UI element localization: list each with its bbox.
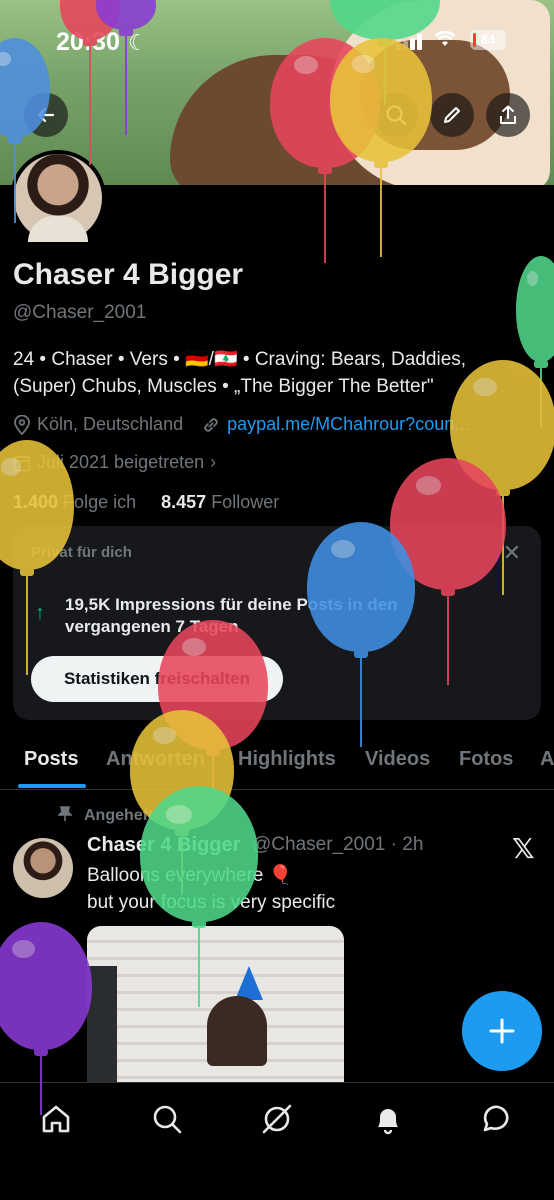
- plus-icon: [489, 1018, 515, 1044]
- profile-location: Köln, Deutschland: [37, 414, 184, 434]
- profile-link[interactable]: paypal.me/MChahrour?coun...: [227, 414, 469, 435]
- nav-messages[interactable]: [478, 1099, 518, 1139]
- private-label: Privat für dich: [31, 544, 132, 561]
- back-button[interactable]: [24, 93, 68, 137]
- followers-count: 8.457: [161, 492, 207, 512]
- joined-date: Juli 2021 beigetreten: [37, 452, 205, 472]
- cellular-signal-icon: [396, 34, 422, 50]
- following-link[interactable]: 1.400 Folge ich: [13, 492, 136, 512]
- follow-stats: 1.400 Folge ich 8.457 Follower: [13, 492, 279, 513]
- post-author[interactable]: Chaser 4 Bigger: [87, 834, 240, 857]
- tab-photos[interactable]: Fotos: [459, 748, 513, 771]
- compose-post-button[interactable]: [462, 991, 542, 1071]
- tab-videos[interactable]: Videos: [365, 748, 430, 771]
- following-count: 1.400: [13, 492, 59, 512]
- followers-link[interactable]: 8.457 Follower: [161, 492, 279, 512]
- home-icon: [42, 1105, 70, 1133]
- bio-line-2: (Super) Chubs, Muscles • „The Bigger The…: [13, 376, 434, 397]
- bio-line-1: 24 • Chaser • Vers • 🇩🇪/🇱🇧 • Craving: Be…: [13, 349, 467, 370]
- profile-avatar[interactable]: [10, 150, 106, 246]
- post-handle-time: @Chaser_2001 · 2h: [252, 834, 424, 855]
- bell-icon: [378, 1109, 398, 1135]
- battery-icon: 84: [470, 30, 506, 50]
- post-line-1: Balloons everywhere 🎈: [87, 865, 293, 886]
- post-avatar[interactable]: [13, 838, 73, 898]
- search-icon: [153, 1105, 182, 1134]
- edit-profile-button[interactable]: [430, 93, 474, 137]
- profile-bio: 24 • Chaser • Vers • 🇩🇪/🇱🇧 • Craving: Be…: [13, 346, 513, 400]
- wifi-icon: [434, 30, 456, 54]
- post-line-2: but your focus is very specific: [87, 892, 336, 913]
- party-hat: [235, 966, 263, 1000]
- pinned-row: Angeheftet: [57, 806, 168, 825]
- tab-posts[interactable]: Posts: [24, 748, 78, 771]
- nav-notifications[interactable]: [368, 1099, 408, 1139]
- active-tab-indicator: [18, 784, 86, 788]
- post-text: Balloons everywhere 🎈 but your focus is …: [87, 862, 335, 916]
- tab-replies[interactable]: Antworten: [106, 748, 205, 771]
- share-button[interactable]: [486, 93, 530, 137]
- close-icon[interactable]: ✕: [503, 540, 521, 566]
- search-icon: [386, 105, 407, 126]
- chevron-right-icon: ›: [210, 452, 217, 472]
- trend-up-arrow-icon: ↑: [35, 602, 45, 624]
- back-arrow-icon: [37, 107, 55, 123]
- private-insights-card: Privat für dich ✕ ↑ 19,5K Impressions fü…: [13, 526, 541, 720]
- following-label: Folge ich: [63, 492, 137, 512]
- nav-home[interactable]: [36, 1099, 76, 1139]
- followers-label: Follower: [211, 492, 280, 512]
- status-time: 20:30: [56, 28, 120, 56]
- status-bar: 20:30 ☾ 84: [0, 0, 554, 84]
- unlock-stats-button[interactable]: Statistiken freischalten: [31, 656, 283, 702]
- impressions-text: 19,5K Impressions für deine Posts in den…: [65, 595, 398, 636]
- tab-highlights[interactable]: Highlights: [238, 748, 336, 771]
- profile-name: Chaser 4 Bigger: [13, 258, 244, 291]
- grok-icon: [262, 1104, 292, 1134]
- pin-icon: [57, 806, 73, 821]
- pinned-label: Angeheftet: [84, 807, 168, 824]
- joined-row[interactable]: Juli 2021 beigetreten ›: [13, 452, 216, 473]
- battery-level: 84: [480, 32, 496, 47]
- x-logo-icon: 𝕏: [512, 833, 535, 864]
- location-icon: [14, 414, 30, 435]
- post-image[interactable]: [87, 926, 344, 1086]
- search-button[interactable]: [374, 93, 418, 137]
- profile-handle: @Chaser_2001: [13, 302, 147, 323]
- share-icon: [500, 105, 516, 124]
- nav-grok[interactable]: [257, 1099, 297, 1139]
- profile-meta-row: Köln, Deutschland paypal.me/MChahrour?co…: [13, 414, 469, 435]
- edit-pencil-icon: [444, 107, 460, 123]
- balloon-7: [516, 256, 554, 427]
- link-icon: [204, 417, 218, 432]
- nav-search[interactable]: [147, 1099, 187, 1139]
- calendar-icon: [13, 454, 31, 471]
- tab-more[interactable]: A: [540, 748, 554, 771]
- bottom-navigation: [0, 1082, 554, 1200]
- messages-icon: [483, 1105, 509, 1132]
- person-photo: [207, 996, 267, 1066]
- do-not-disturb-icon: ☾: [128, 30, 148, 55]
- profile-tabs: Posts Antworten Highlights Videos Fotos …: [0, 730, 554, 790]
